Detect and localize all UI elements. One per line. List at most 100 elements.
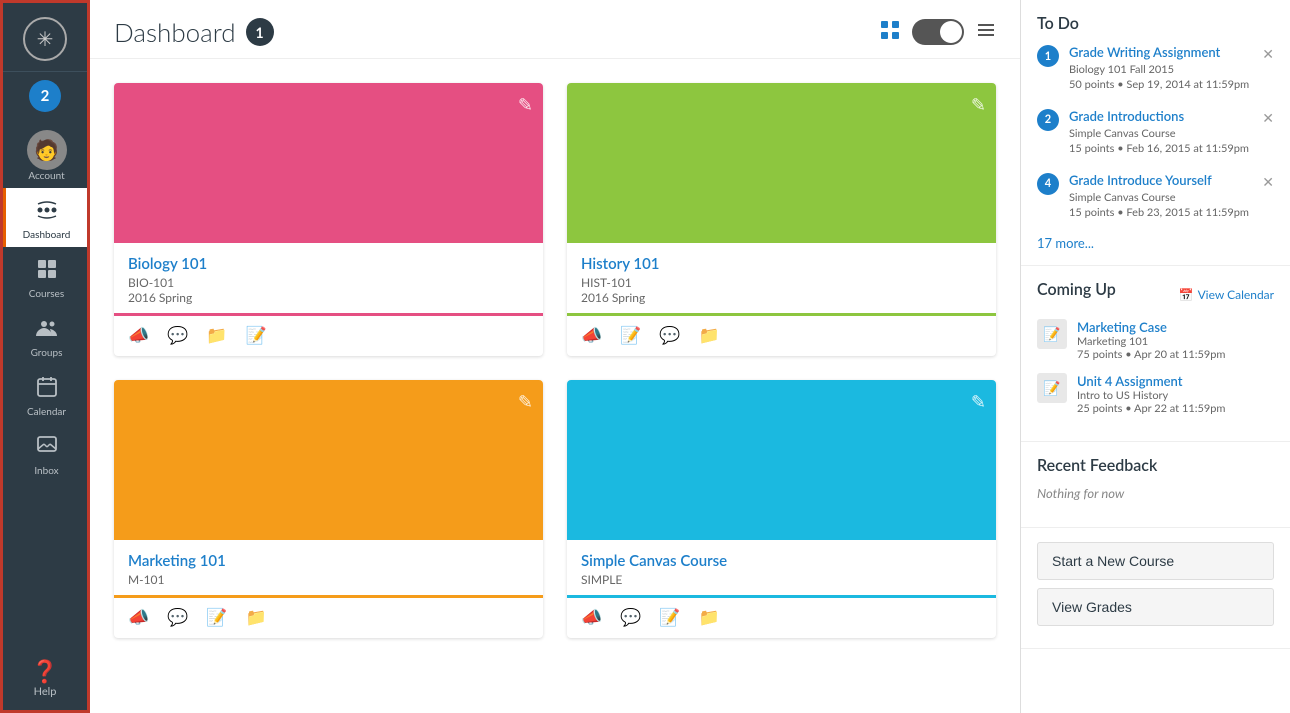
coming-content-2: Unit 4 Assignment Intro to US History 25… bbox=[1077, 373, 1274, 415]
edit-card-hist101[interactable]: ✎ bbox=[971, 93, 986, 116]
card-footer-bio101: 📣 💬 📁 📝 bbox=[114, 313, 543, 356]
todo-close-2[interactable]: ✕ bbox=[1262, 109, 1274, 127]
edit-card-mkt101[interactable]: ✎ bbox=[518, 390, 533, 413]
view-grades-button[interactable]: View Grades bbox=[1037, 588, 1274, 626]
toggle-knob bbox=[940, 21, 962, 43]
todo-link-2[interactable]: Grade Introductions bbox=[1069, 108, 1184, 124]
discussions-icon-bio101[interactable]: 💬 bbox=[167, 324, 188, 346]
calendar-icon-small: 📅 bbox=[1179, 287, 1194, 302]
course-name-simple[interactable]: Simple Canvas Course bbox=[581, 552, 982, 570]
todo-item-2: 2 Grade Introductions Simple Canvas Cour… bbox=[1037, 107, 1274, 157]
card-image-mkt101: ✎ bbox=[114, 380, 543, 540]
course-name-bio101[interactable]: Biology 101 bbox=[128, 255, 529, 273]
files-icon-mkt101[interactable]: 📁 bbox=[246, 606, 267, 628]
discussions-icon-simple[interactable]: 💬 bbox=[620, 606, 641, 628]
course-card-mkt101[interactable]: ✎ Marketing 101 M-101 📣 💬 📝 📁 bbox=[114, 380, 543, 638]
feedback-empty: Nothing for now bbox=[1037, 485, 1274, 501]
coming-title-2[interactable]: Unit 4 Assignment bbox=[1077, 373, 1274, 389]
card-body-hist101: History 101 HIST-101 2016 Spring bbox=[567, 243, 996, 313]
start-new-course-button[interactable]: Start a New Course bbox=[1037, 542, 1274, 580]
todo-close-3[interactable]: ✕ bbox=[1262, 173, 1274, 191]
todo-content-2: Grade Introductions Simple Canvas Course… bbox=[1069, 107, 1274, 157]
assignments-icon-mkt101[interactable]: 📝 bbox=[206, 606, 227, 628]
todo-link-3[interactable]: Grade Introduce Yourself bbox=[1069, 172, 1212, 188]
course-name-hist101[interactable]: History 101 bbox=[581, 255, 982, 273]
edit-card-simple[interactable]: ✎ bbox=[971, 390, 986, 413]
course-name-mkt101[interactable]: Marketing 101 bbox=[128, 552, 529, 570]
card-body-bio101: Biology 101 BIO-101 2016 Spring bbox=[114, 243, 543, 313]
announcements-icon-hist101[interactable]: 📣 bbox=[581, 324, 602, 346]
sidebar-item-groups[interactable]: Groups bbox=[3, 306, 87, 365]
recent-feedback-section: Recent Feedback Nothing for now bbox=[1021, 442, 1290, 528]
files-icon-simple[interactable]: 📁 bbox=[699, 606, 720, 628]
edit-card-bio101[interactable]: ✎ bbox=[518, 93, 533, 116]
page-title-badge: 1 bbox=[246, 18, 274, 46]
announcements-icon-bio101[interactable]: 📣 bbox=[128, 324, 149, 346]
view-toggle[interactable] bbox=[912, 19, 964, 45]
assignments-icon-bio101[interactable]: 📝 bbox=[246, 324, 267, 346]
main-content: Dashboard 1 bbox=[90, 0, 1020, 713]
sidebar-badge[interactable]: 2 bbox=[3, 72, 87, 120]
sidebar-item-courses[interactable]: Courses bbox=[3, 247, 87, 306]
card-image-hist101: ✎ bbox=[567, 83, 996, 243]
coming-course-1: Marketing 101 75 points • Apr 20 at 11:5… bbox=[1077, 335, 1274, 361]
course-code-bio101: BIO-101 bbox=[128, 275, 529, 290]
todo-course-1: Biology 101 Fall 2015 50 points • Sep 19… bbox=[1069, 62, 1274, 93]
todo-section: To Do 1 Grade Writing Assignment Biology… bbox=[1021, 0, 1290, 266]
todo-more-link[interactable]: 17 more... bbox=[1037, 235, 1094, 251]
sidebar-item-help[interactable]: ❓ Help bbox=[3, 645, 87, 710]
main-header: Dashboard 1 bbox=[90, 0, 1020, 59]
sidebar: ✳ 2 🧑 Account Dashboard Courses bbox=[0, 0, 90, 713]
card-body-mkt101: Marketing 101 M-101 bbox=[114, 540, 543, 595]
coming-up-header: Coming Up 📅 View Calendar bbox=[1037, 280, 1274, 309]
canvas-logo: ✳ bbox=[23, 17, 67, 61]
announcements-icon-simple[interactable]: 📣 bbox=[581, 606, 602, 628]
todo-course-2: Simple Canvas Course 15 points • Feb 16,… bbox=[1069, 126, 1274, 157]
right-panel: To Do 1 Grade Writing Assignment Biology… bbox=[1020, 0, 1290, 713]
sidebar-item-account[interactable]: 🧑 Account bbox=[3, 120, 87, 188]
coming-title-1[interactable]: Marketing Case bbox=[1077, 319, 1274, 335]
header-controls bbox=[880, 19, 996, 45]
files-icon-hist101[interactable]: 📁 bbox=[699, 324, 720, 346]
todo-course-3: Simple Canvas Course 15 points • Feb 23,… bbox=[1069, 190, 1274, 221]
todo-num-3: 4 bbox=[1037, 173, 1059, 195]
todo-content-1: Grade Writing Assignment Biology 101 Fal… bbox=[1069, 43, 1274, 93]
sidebar-label-help: Help bbox=[34, 685, 57, 698]
todo-link-1[interactable]: Grade Writing Assignment bbox=[1069, 44, 1220, 60]
discussions-icon-mkt101[interactable]: 💬 bbox=[167, 606, 188, 628]
help-icon: ❓ bbox=[31, 657, 58, 685]
assignments-icon-hist101[interactable]: 📝 bbox=[620, 324, 641, 346]
card-body-simple: Simple Canvas Course SIMPLE bbox=[567, 540, 996, 595]
course-code-hist101: HIST-101 bbox=[581, 275, 982, 290]
todo-content-3: Grade Introduce Yourself Simple Canvas C… bbox=[1069, 171, 1274, 221]
dashboard-icon bbox=[35, 198, 59, 227]
courses-icon bbox=[35, 257, 59, 286]
todo-title: To Do bbox=[1037, 14, 1274, 33]
course-card-hist101[interactable]: ✎ History 101 HIST-101 2016 Spring 📣 📝 💬… bbox=[567, 83, 996, 356]
coming-course-2: Intro to US History 25 points • Apr 22 a… bbox=[1077, 389, 1274, 415]
course-card-simple[interactable]: ✎ Simple Canvas Course SIMPLE 📣 💬 📝 📁 bbox=[567, 380, 996, 638]
course-term-hist101: 2016 Spring bbox=[581, 290, 982, 305]
todo-close-1[interactable]: ✕ bbox=[1262, 45, 1274, 63]
course-card-bio101[interactable]: ✎ Biology 101 BIO-101 2016 Spring 📣 💬 📁 … bbox=[114, 83, 543, 356]
sidebar-item-calendar[interactable]: Calendar bbox=[3, 365, 87, 424]
announcements-icon-mkt101[interactable]: 📣 bbox=[128, 606, 149, 628]
course-term-bio101: 2016 Spring bbox=[128, 290, 529, 305]
sidebar-item-inbox[interactable]: Inbox bbox=[3, 424, 87, 483]
discussions-icon-hist101[interactable]: 💬 bbox=[659, 324, 680, 346]
coming-icon-2: 📝 bbox=[1037, 373, 1067, 403]
coming-content-1: Marketing Case Marketing 101 75 points •… bbox=[1077, 319, 1274, 361]
list-view-icon[interactable] bbox=[976, 20, 996, 44]
view-calendar-link[interactable]: 📅 View Calendar bbox=[1179, 287, 1274, 302]
sidebar-item-dashboard[interactable]: Dashboard bbox=[3, 188, 87, 247]
calendar-icon bbox=[35, 375, 59, 404]
card-image-simple: ✎ bbox=[567, 380, 996, 540]
sidebar-label-calendar: Calendar bbox=[27, 406, 66, 418]
files-icon-bio101[interactable]: 📁 bbox=[206, 324, 227, 346]
todo-item-1: 1 Grade Writing Assignment Biology 101 F… bbox=[1037, 43, 1274, 93]
dashboard-grid: ✎ Biology 101 BIO-101 2016 Spring 📣 💬 📁 … bbox=[90, 59, 1020, 713]
assignments-icon-simple[interactable]: 📝 bbox=[659, 606, 680, 628]
coming-icon-1: 📝 bbox=[1037, 319, 1067, 349]
grid-view-icon[interactable] bbox=[880, 20, 900, 44]
todo-num-1: 1 bbox=[1037, 45, 1059, 67]
